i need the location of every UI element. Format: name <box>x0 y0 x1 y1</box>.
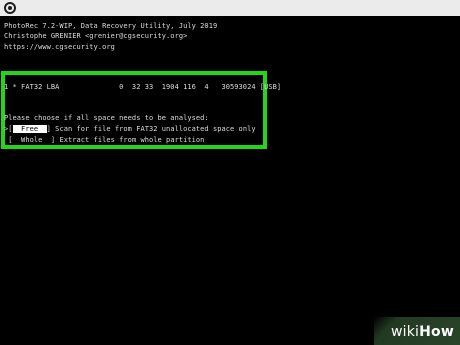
terminal-app-icon <box>4 2 16 14</box>
wikihow-logo-wiki: wiki <box>390 324 420 340</box>
option-whole[interactable]: [ Whole ] Extract files from whole parti… <box>4 136 204 145</box>
option-free[interactable]: >[ Free ] Scan for file from FAT32 unall… <box>4 125 256 134</box>
free-button[interactable]: Free <box>12 125 47 133</box>
wikihow-logo: wikiHow <box>391 324 454 340</box>
header-line-author: Christophe GRENIER <grenier@cgsecurity.o… <box>4 32 188 40</box>
header-line-title: PhotoRec 7.2-WIP, Data Recovery Utility,… <box>4 22 218 30</box>
window-title-bar <box>0 0 460 16</box>
option-whole-prefix: [ <box>4 136 13 144</box>
partition-row: 1 * FAT32 LBA 0 32 33 1904 116 4 3059302… <box>4 83 282 91</box>
wikihow-watermark: wikiHow <box>374 317 460 345</box>
option-whole-description: ] Extract files from whole partition <box>50 136 205 144</box>
option-free-description: ] Scan for file from FAT32 unallocated s… <box>46 125 256 133</box>
option-free-prefix: >[ <box>4 125 13 133</box>
analysis-prompt: Please choose if all space needs to be a… <box>4 114 209 122</box>
whole-button[interactable]: Whole <box>13 136 51 144</box>
terminal-window[interactable]: PhotoRec 7.2-WIP, Data Recovery Utility,… <box>0 16 460 345</box>
header-line-url: https://www.cgsecurity.org <box>4 43 115 51</box>
wikihow-logo-how: How <box>419 324 454 340</box>
